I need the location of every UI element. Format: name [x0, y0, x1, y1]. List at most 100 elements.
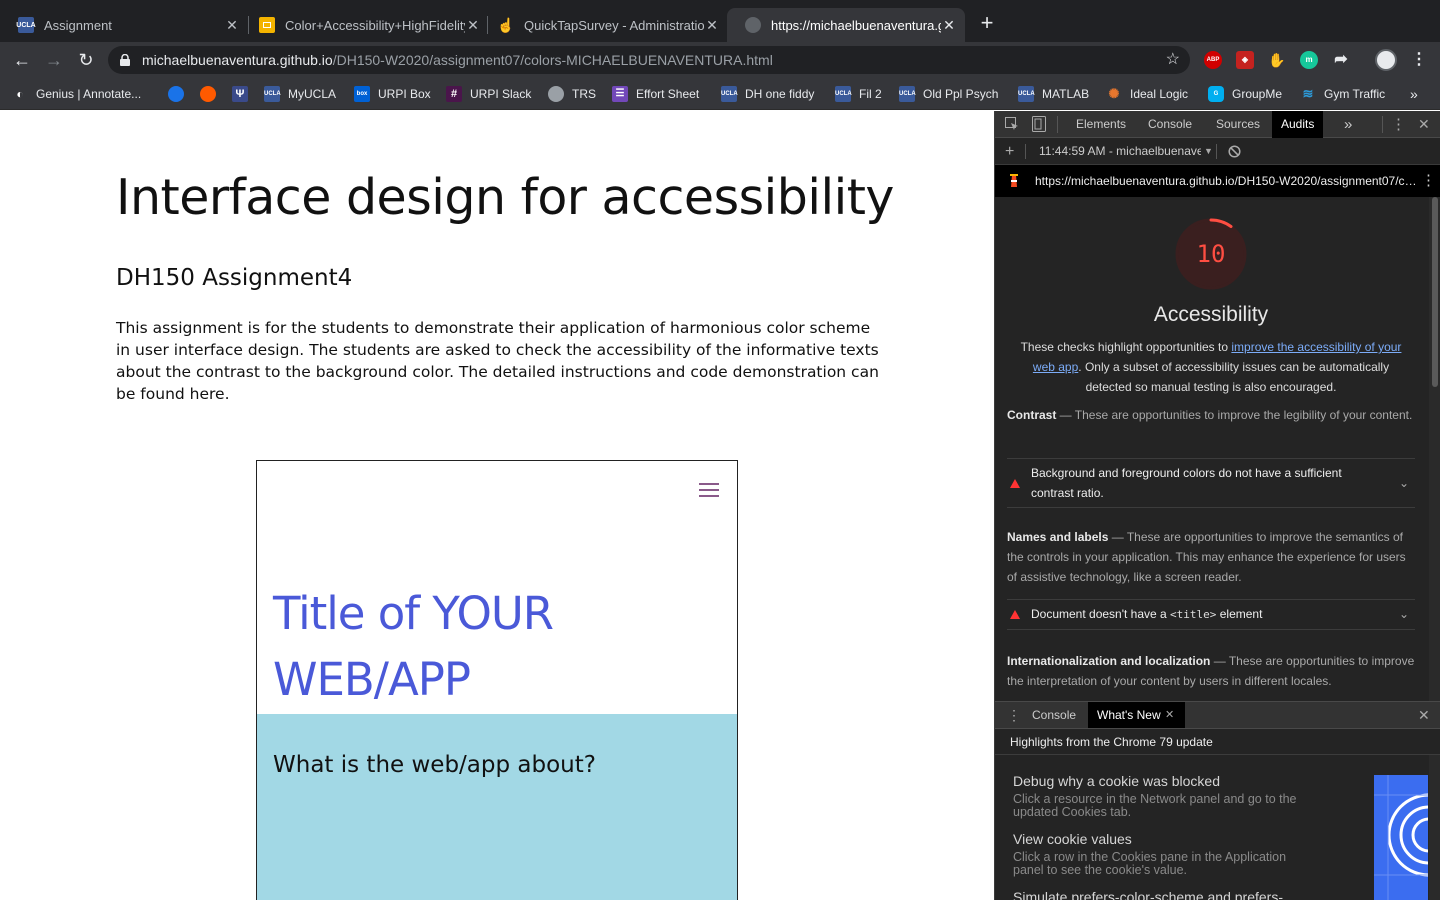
- bookmark-orange[interactable]: [200, 85, 224, 103]
- hamburger-menu-icon[interactable]: [699, 483, 719, 497]
- address-bar[interactable]: michaelbuenaventura.github.io/DH150-W202…: [108, 46, 1190, 74]
- bookmark-old-ppl-psych[interactable]: UCLA Old Ppl Psych: [899, 85, 998, 103]
- fail-triangle-icon: [1010, 610, 1020, 619]
- box-icon: box: [354, 86, 370, 102]
- browser-tab-color-accessibility[interactable]: Color+Accessibility+HighFidelity ✕: [241, 8, 489, 42]
- drawer-scrollbar[interactable]: [1429, 755, 1440, 900]
- devtools-tab-audits[interactable]: Audits: [1272, 111, 1324, 138]
- close-tab-icon[interactable]: ✕: [465, 17, 481, 34]
- page-paragraph: This assignment is for the students to d…: [116, 319, 879, 403]
- browser-tab-strip: UCLA Assignment ✕ Color+Accessibility+Hi…: [0, 0, 1440, 42]
- devtools-panel: Elements Console Sources Audits » ⋮ ✕ + …: [994, 111, 1440, 900]
- share-icon[interactable]: ➦: [1332, 51, 1350, 69]
- group-internationalization: Internationalization and localization — …: [1007, 654, 1415, 688]
- whats-new-item-title[interactable]: Debug why a cookie was blocked: [1013, 773, 1220, 789]
- bookmark-trs[interactable]: TRS: [548, 85, 596, 103]
- whats-new-item-title[interactable]: View cookie values: [1013, 831, 1132, 847]
- m-extension-icon[interactable]: m: [1300, 51, 1318, 69]
- report-url-bar: https://michaelbuenaventura.github.io/DH…: [995, 165, 1440, 197]
- adblock-plus-icon[interactable]: ABP: [1204, 51, 1222, 69]
- chrome-menu-icon[interactable]: ⋮: [1410, 51, 1428, 69]
- url-path: /DH150-W2020/assignment07/colors-MICHAEL…: [332, 52, 773, 68]
- devtools-more-tabs-button[interactable]: »: [1335, 111, 1361, 138]
- drawer-tab-bar: ⋮ Console What's New ✕ ✕: [995, 701, 1440, 729]
- clear-icon[interactable]: [1228, 145, 1241, 158]
- devtools-menu-icon[interactable]: ⋮: [1391, 111, 1406, 138]
- new-tab-button[interactable]: +: [976, 12, 998, 34]
- bookmark-blue[interactable]: [168, 85, 192, 103]
- reload-icon[interactable]: ↻: [74, 48, 98, 72]
- profile-avatar[interactable]: [1375, 49, 1397, 71]
- bookmark-psi[interactable]: Ψ: [232, 85, 256, 103]
- whats-new-item-title[interactable]: Simulate prefers-color-scheme and prefer…: [1013, 889, 1283, 900]
- drawer-close-icon[interactable]: ✕: [1418, 702, 1430, 728]
- browser-tab-assignment[interactable]: UCLA Assignment ✕: [0, 8, 248, 42]
- whats-new-illustration: [1374, 775, 1428, 900]
- globe-icon: [548, 86, 564, 102]
- bookmark-dh-one-fiddy[interactable]: UCLA DH one fiddy: [721, 85, 814, 103]
- ublock-icon[interactable]: ◈: [1236, 51, 1254, 69]
- psi-icon: Ψ: [232, 86, 248, 102]
- bookmark-matlab[interactable]: UCLA MATLAB: [1018, 85, 1089, 103]
- tab-title: Color+Accessibility+HighFidelity: [285, 17, 465, 33]
- devtools-tab-sources[interactable]: Sources: [1207, 111, 1269, 138]
- close-tab-icon[interactable]: ✕: [941, 17, 957, 34]
- devtools-close-icon[interactable]: ✕: [1418, 111, 1430, 138]
- audit-color-contrast[interactable]: Background and foreground colors do not …: [1007, 458, 1415, 508]
- layers-icon: ≋: [1302, 86, 1314, 101]
- genius-icon: ◐: [16, 87, 24, 101]
- bookmarks-overflow-button[interactable]: »: [1410, 85, 1418, 103]
- ideal-logic-icon: ✺: [1108, 86, 1120, 101]
- drawer-tab-console[interactable]: Console: [1023, 702, 1085, 728]
- chevron-down-icon[interactable]: ▼: [1204, 138, 1213, 165]
- browser-toolbar: ← → ↻ michaelbuenaventura.github.io/DH15…: [0, 42, 1440, 78]
- inspect-element-icon[interactable]: [1005, 117, 1019, 131]
- drawer-menu-icon[interactable]: ⋮: [1007, 702, 1021, 728]
- report-selector[interactable]: 11:44:59 AM - michaelbuenaventura: [1039, 138, 1201, 165]
- ucla-icon: UCLA: [835, 86, 852, 102]
- ucla-icon: UCLA: [264, 86, 281, 102]
- close-drawer-tab-icon[interactable]: ✕: [1165, 702, 1174, 728]
- report-menu-icon[interactable]: ⋮: [1421, 165, 1436, 197]
- chevron-down-icon[interactable]: ⌄: [1399, 473, 1409, 493]
- browser-tab-active[interactable]: https://michaelbuenaventura.github.io ✕: [727, 8, 965, 42]
- group-contrast: Contrast — These are opportunities to im…: [1007, 408, 1413, 422]
- url-host: michaelbuenaventura.github.io: [142, 52, 333, 68]
- ucla-icon: UCLA: [1018, 86, 1035, 102]
- lock-icon: [120, 54, 130, 66]
- forward-icon[interactable]: →: [42, 48, 66, 72]
- report-scrollbar[interactable]: [1429, 197, 1440, 701]
- bookmark-gym-traffic[interactable]: ≋ Gym Traffic: [1300, 85, 1386, 103]
- bookmark-groupme[interactable]: G GroupMe: [1208, 85, 1282, 103]
- audit-document-title[interactable]: Document doesn't have a <title> element …: [1007, 599, 1415, 630]
- bookmark-star-icon[interactable]: ☆: [1166, 46, 1180, 74]
- score-value: 10: [1196, 240, 1226, 268]
- bookmark-myucla[interactable]: UCLA MyUCLA: [264, 85, 336, 103]
- close-tab-icon[interactable]: ✕: [224, 17, 240, 34]
- device-toolbar-icon[interactable]: [1032, 116, 1046, 132]
- tab-title: https://michaelbuenaventura.github.io: [771, 17, 941, 33]
- report-url[interactable]: https://michaelbuenaventura.github.io/DH…: [1035, 165, 1419, 197]
- mockup-about-section: What is the web/app about?: [257, 714, 737, 900]
- bookmarks-bar: ◐ Genius | Annotate... Ψ UCLA MyUCLA box UR…: [0, 78, 1440, 110]
- chevron-down-icon[interactable]: ⌄: [1399, 604, 1409, 624]
- bookmark-urpi-slack[interactable]: # URPI Slack: [446, 85, 531, 103]
- bookmark-genius[interactable]: ◐ Genius | Annotate...: [12, 85, 141, 103]
- bookmark-fil-2[interactable]: UCLA Fil 2: [835, 85, 882, 103]
- bookmark-ideal-logic[interactable]: ✺ Ideal Logic: [1106, 85, 1189, 103]
- audits-toolbar: + 11:44:59 AM - michaelbuenaventura ▼: [995, 138, 1440, 165]
- devtools-tab-console[interactable]: Console: [1139, 111, 1201, 138]
- close-tab-icon[interactable]: ✕: [704, 17, 720, 34]
- quicktapsurvey-icon: ☝: [497, 16, 515, 33]
- bookmark-urpi-box[interactable]: box URPI Box: [354, 85, 431, 103]
- bookmark-effort-sheet[interactable]: ☰ Effort Sheet: [612, 85, 699, 103]
- paw-icon[interactable]: ✋: [1268, 51, 1286, 69]
- new-audit-icon[interactable]: +: [1005, 138, 1014, 165]
- back-icon[interactable]: ←: [10, 48, 34, 72]
- browser-tab-quicktapsurvey[interactable]: ☝ QuickTapSurvey - Administration ✕: [480, 8, 728, 42]
- devtools-tab-elements[interactable]: Elements: [1067, 111, 1135, 138]
- lighthouse-report: 10 Accessibility These checks highlight …: [995, 197, 1429, 701]
- fail-triangle-icon: [1010, 479, 1020, 488]
- devtools-tab-bar: Elements Console Sources Audits » ⋮ ✕: [995, 111, 1440, 138]
- mockup-title: Title of YOUR WEB/APP: [273, 587, 554, 706]
